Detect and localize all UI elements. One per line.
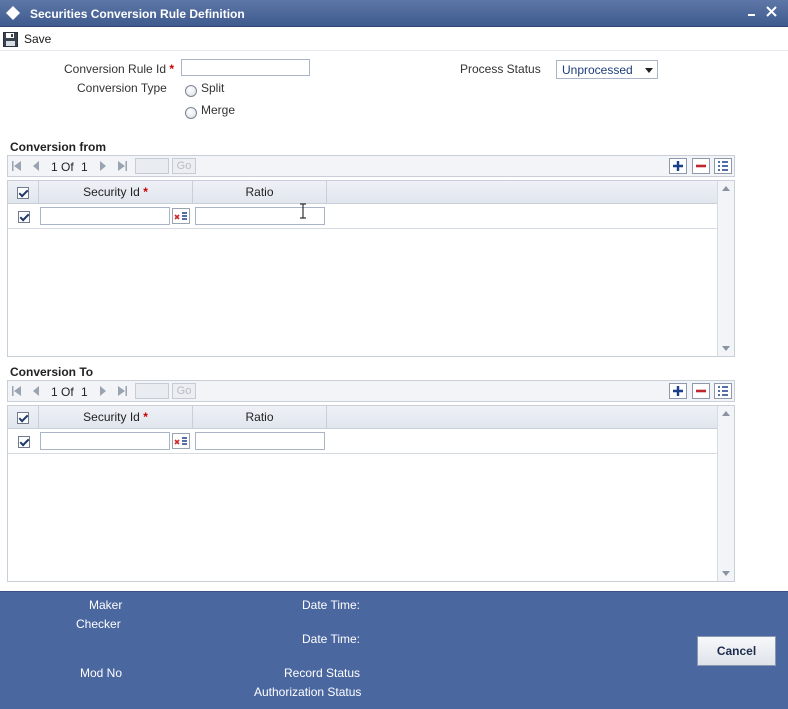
conversion-rule-id-input[interactable]	[181, 59, 310, 76]
delete-row-button[interactable]	[692, 158, 710, 174]
save-label: Save	[24, 32, 52, 46]
minus-icon	[696, 164, 706, 168]
single-view-button[interactable]	[714, 383, 732, 399]
text-cursor-icon	[300, 203, 306, 219]
conversion-type-split-label: Split	[201, 81, 225, 95]
ratio-input[interactable]	[195, 432, 325, 450]
required-marker: *	[143, 410, 148, 424]
minus-icon	[696, 389, 706, 393]
security-id-input[interactable]	[40, 432, 170, 450]
table-row	[8, 204, 718, 229]
section-title-conversion-to: Conversion To	[10, 365, 94, 379]
process-status-select[interactable]: Unprocessed	[556, 60, 658, 79]
cancel-button[interactable]: Cancel	[697, 636, 776, 666]
go-button[interactable]: Go	[172, 158, 196, 174]
close-button[interactable]	[764, 3, 780, 21]
window-title-bar: Securities Conversion Rule Definition	[0, 0, 788, 27]
list-view-icon	[718, 386, 728, 396]
grid-header: Security Id * Ratio	[8, 181, 718, 204]
checker-date-time-label: Date Time:	[302, 632, 361, 646]
page-total: 1	[81, 160, 88, 174]
grid-scrollbar[interactable]	[717, 181, 734, 356]
scroll-down-icon[interactable]	[722, 346, 730, 351]
column-header-security-id: Security Id *	[39, 181, 193, 204]
toolbar: Save	[0, 27, 788, 51]
go-button[interactable]: Go	[172, 383, 196, 399]
select-all-checkbox[interactable]	[17, 187, 29, 199]
mod-no-label: Mod No	[80, 666, 123, 680]
conversion-type-split-radio[interactable]	[185, 85, 197, 97]
previous-page-icon[interactable]	[30, 160, 42, 172]
conversion-type-label: Conversion Type	[77, 81, 167, 95]
page-total: 1	[81, 385, 88, 399]
column-header-security-id: Security Id *	[39, 406, 193, 429]
floppy-disk-icon	[3, 31, 18, 47]
row-checkbox[interactable]	[18, 436, 30, 448]
page-number-input[interactable]	[135, 158, 169, 174]
first-page-icon[interactable]	[11, 385, 23, 397]
list-view-icon	[718, 161, 728, 171]
previous-page-icon[interactable]	[30, 385, 42, 397]
next-page-icon[interactable]	[97, 385, 109, 397]
grid-scrollbar[interactable]	[717, 406, 734, 581]
minimize-button[interactable]	[745, 3, 761, 21]
required-marker: *	[143, 185, 148, 199]
page-of-label: Of	[61, 385, 74, 399]
process-status-label: Process Status	[460, 62, 541, 76]
column-header-ratio: Ratio	[193, 406, 327, 429]
select-all-checkbox[interactable]	[17, 412, 29, 424]
grid-conversion-to: Security Id * Ratio	[7, 405, 735, 582]
required-marker: *	[169, 62, 175, 76]
audit-footer: Maker Checker Date Time: Date Time: Mod …	[0, 591, 788, 709]
last-page-icon[interactable]	[116, 385, 128, 397]
pager-conversion-from: 1 Of 1 Go	[7, 155, 735, 177]
page-current: 1	[51, 385, 58, 399]
conversion-rule-id-label: Conversion Rule Id *	[64, 62, 175, 76]
section-title-conversion-from: Conversion from	[10, 140, 107, 154]
first-page-icon[interactable]	[11, 160, 23, 172]
save-button[interactable]: Save	[3, 29, 51, 49]
next-page-icon[interactable]	[97, 160, 109, 172]
conversion-type-merge-label: Merge	[201, 103, 236, 117]
last-page-icon[interactable]	[116, 160, 128, 172]
conversion-type-merge-radio[interactable]	[185, 107, 197, 119]
row-checkbox[interactable]	[18, 211, 30, 223]
scroll-up-icon[interactable]	[722, 411, 730, 416]
grid-conversion-from: Security Id * Ratio	[7, 180, 735, 357]
grid-header: Security Id * Ratio	[8, 406, 718, 429]
scroll-up-icon[interactable]	[722, 186, 730, 191]
column-header-ratio: Ratio	[193, 181, 327, 204]
page-of-label: Of	[61, 160, 74, 174]
checker-label: Checker	[76, 617, 121, 631]
scroll-down-icon[interactable]	[722, 571, 730, 576]
page-current: 1	[51, 160, 58, 174]
record-status-label: Record Status	[284, 666, 361, 680]
app-diamond-icon	[6, 6, 20, 20]
minimize-icon	[748, 14, 755, 16]
plus-icon	[673, 386, 683, 396]
chevron-down-icon	[645, 68, 653, 73]
process-status-value: Unprocessed	[562, 63, 633, 77]
window-title: Securities Conversion Rule Definition	[30, 7, 245, 21]
page-number-input[interactable]	[135, 383, 169, 399]
single-view-button[interactable]	[714, 158, 732, 174]
table-row	[8, 429, 718, 454]
authorization-status-label: Authorization Status	[254, 685, 362, 699]
plus-icon	[673, 161, 683, 171]
maker-date-time-label: Date Time:	[302, 598, 361, 612]
add-row-button[interactable]	[669, 383, 687, 399]
pager-conversion-to: 1 Of 1 Go	[7, 380, 735, 402]
add-row-button[interactable]	[669, 158, 687, 174]
delete-row-button[interactable]	[692, 383, 710, 399]
maker-label: Maker	[89, 598, 123, 612]
lov-search-icon[interactable]	[172, 433, 190, 449]
close-icon	[766, 6, 777, 17]
lov-search-icon[interactable]	[172, 208, 190, 224]
security-id-input[interactable]	[40, 207, 170, 225]
